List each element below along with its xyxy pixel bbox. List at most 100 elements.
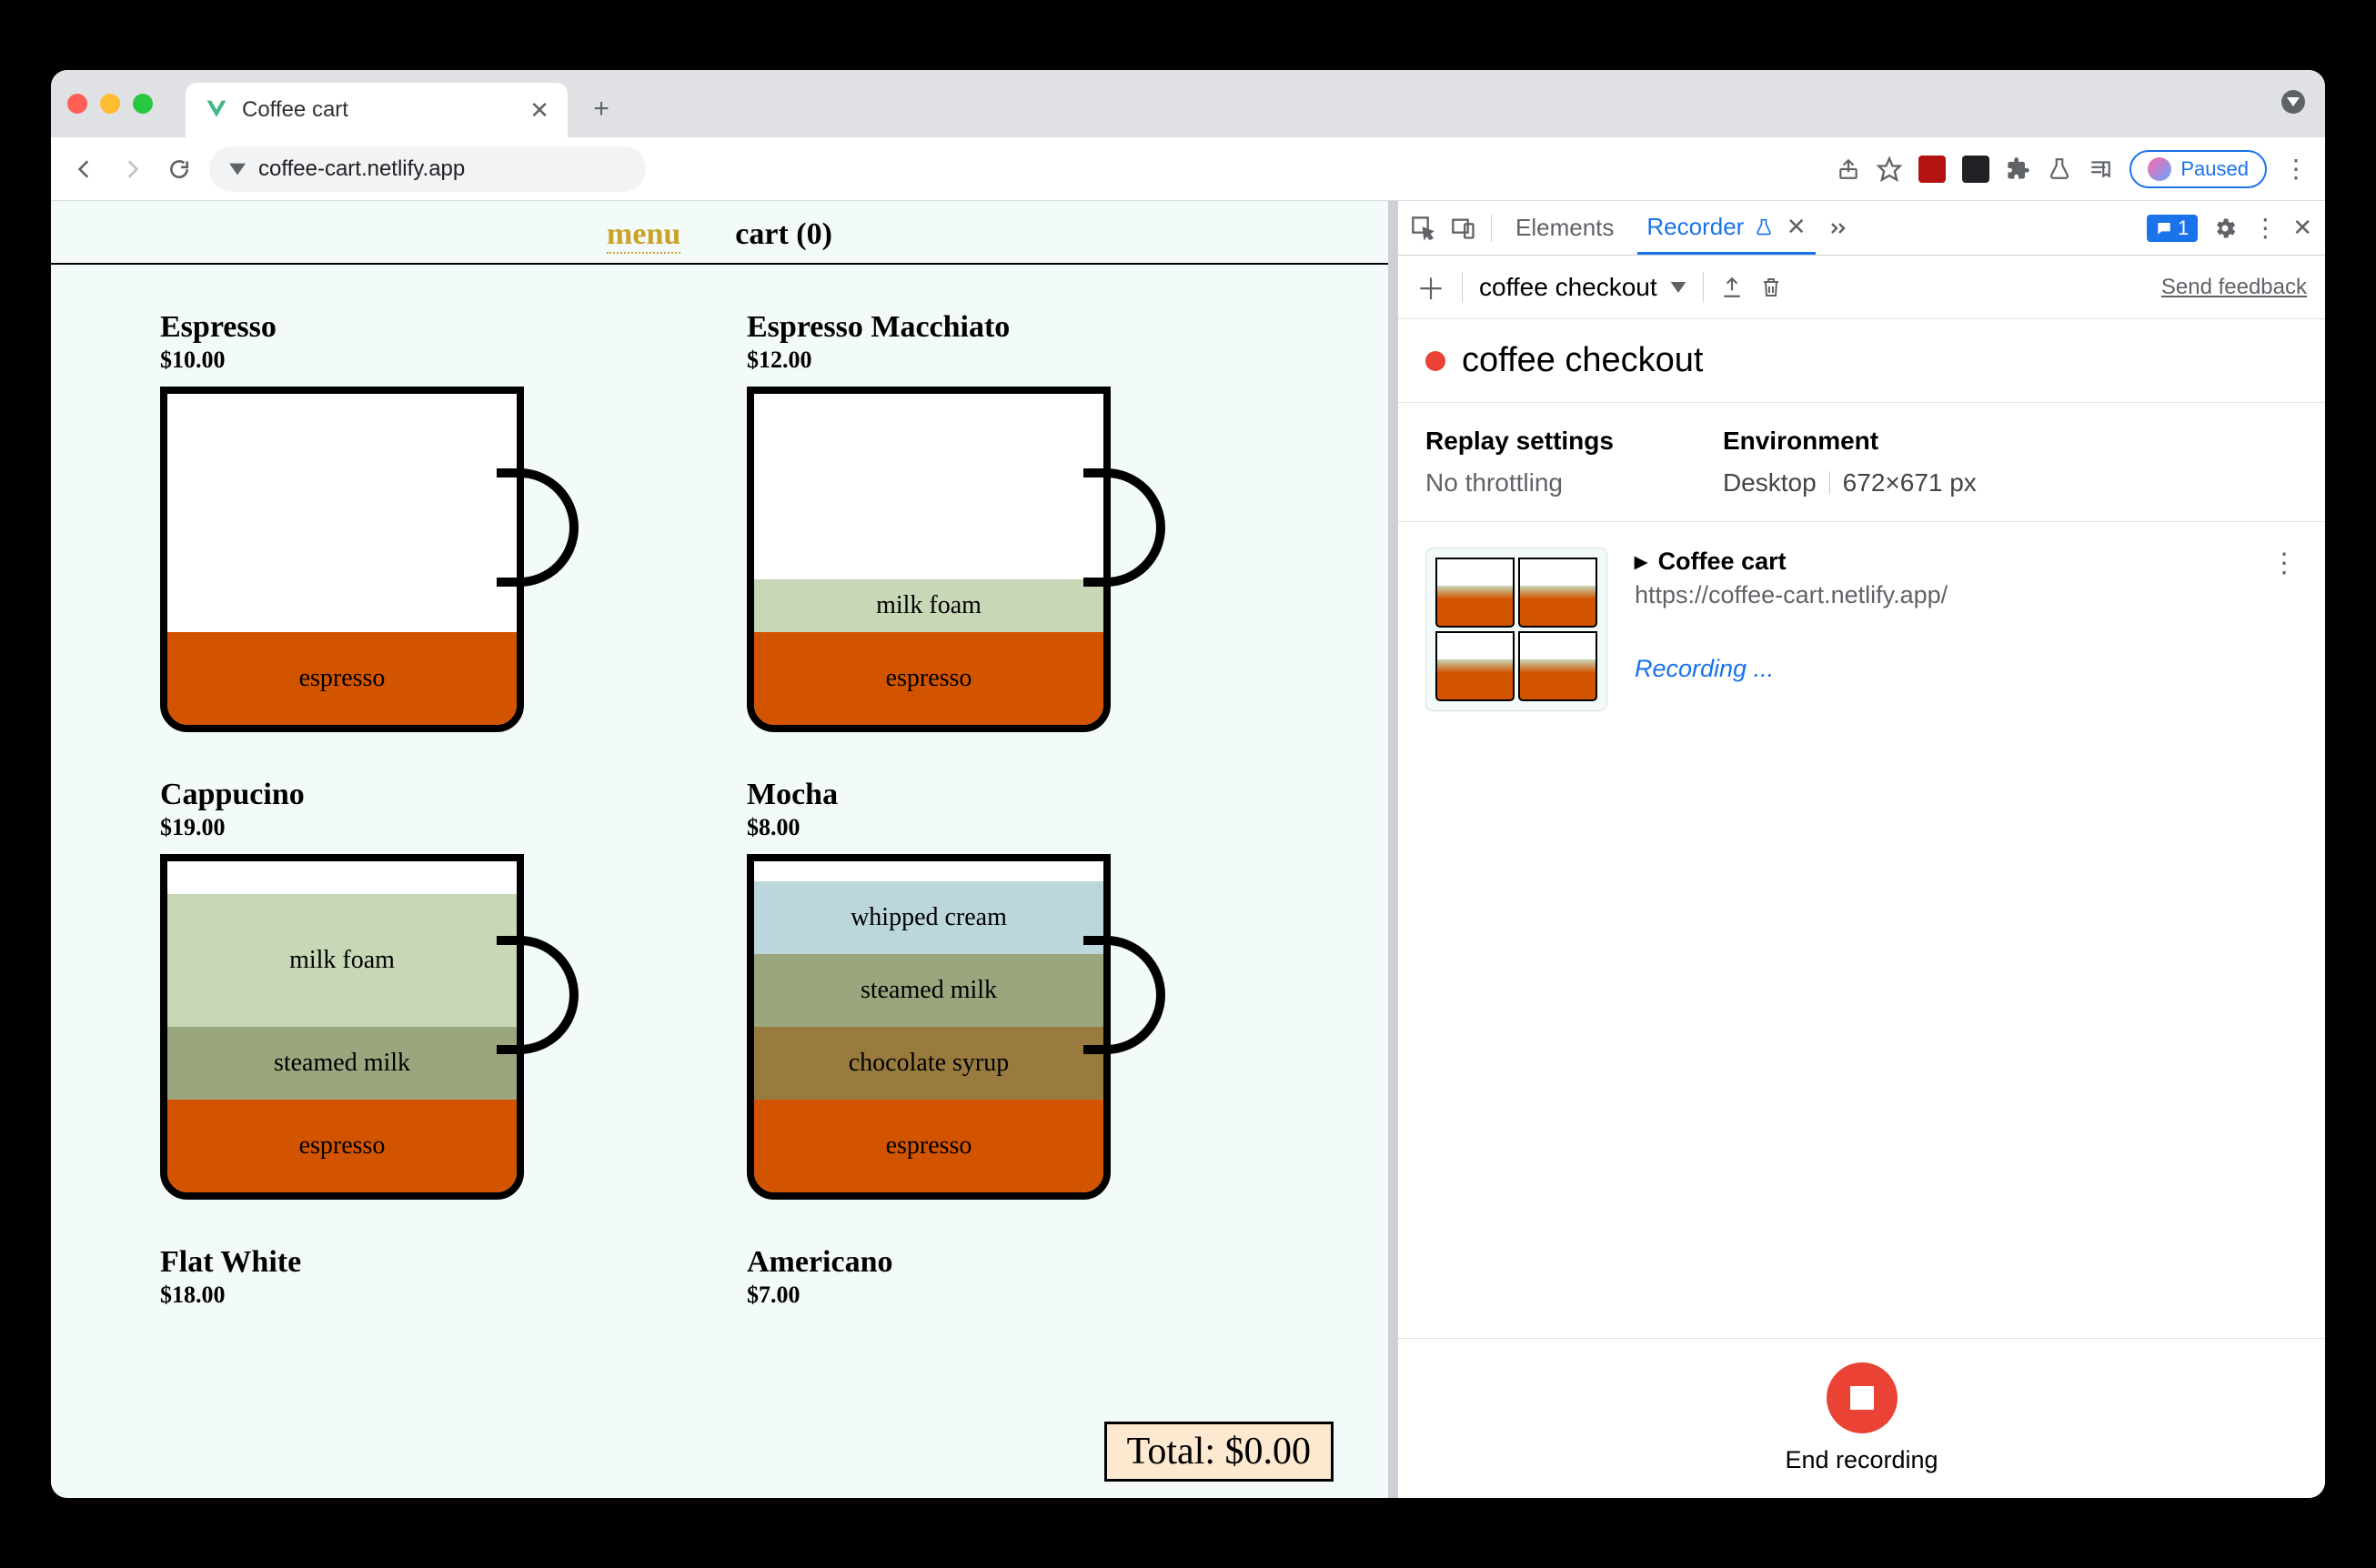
replay-throttling-value[interactable]: No throttling xyxy=(1425,468,1614,498)
cup-handle-icon xyxy=(1083,468,1165,587)
cup-handle-icon xyxy=(1083,936,1165,1054)
recording-dropdown[interactable]: coffee checkout xyxy=(1479,273,1686,302)
layer-milk-foam: milk foam xyxy=(167,894,517,1027)
close-recorder-tab-button[interactable]: ✕ xyxy=(1787,213,1807,240)
more-tabs-button[interactable] xyxy=(1830,220,1852,236)
url-text: coffee-cart.netlify.app xyxy=(258,156,465,182)
coffee-price: $12.00 xyxy=(747,347,1279,374)
coffee-price: $19.00 xyxy=(160,814,692,841)
end-recording-button[interactable] xyxy=(1827,1362,1898,1433)
extension-icon[interactable] xyxy=(1962,156,1989,183)
labs-flask-icon[interactable] xyxy=(2048,156,2071,182)
extensions-puzzle-icon[interactable] xyxy=(2006,156,2031,182)
tab-elements[interactable]: Elements xyxy=(1506,203,1623,253)
coffee-card-americano: Americano $7.00 xyxy=(747,1245,1279,1309)
layer-espresso: espresso xyxy=(167,1100,517,1192)
cup-button[interactable]: espresso xyxy=(160,387,524,732)
search-tabs-button[interactable] xyxy=(2281,90,2305,114)
expand-arrow-icon: ▸ xyxy=(1635,548,1647,576)
coffee-price: $8.00 xyxy=(747,814,1279,841)
coffee-price: $10.00 xyxy=(160,347,692,374)
coffee-card-espresso: Espresso $10.00 espresso xyxy=(160,310,692,741)
window-controls xyxy=(67,70,153,137)
environment-heading: Environment xyxy=(1723,427,1977,456)
back-button[interactable] xyxy=(67,152,102,186)
coffee-card-espresso-macchiato: Espresso Macchiato $12.00 milk foam espr… xyxy=(747,310,1279,741)
window-minimize-button[interactable] xyxy=(100,94,120,114)
devtools-splitter[interactable] xyxy=(1388,201,1397,1498)
recording-settings: Replay settings No throttling Environmen… xyxy=(1398,403,2325,522)
cup-button[interactable]: milk foam steamed milk espresso xyxy=(160,854,524,1200)
cup-button[interactable]: whipped cream steamed milk chocolate syr… xyxy=(747,854,1111,1200)
stop-icon xyxy=(1850,1386,1874,1410)
recording-steps: ▸ Coffee cart https://coffee-cart.netlif… xyxy=(1398,522,2325,1338)
devtools-close-button[interactable]: ✕ xyxy=(2292,214,2312,242)
devtools-panel: Elements Recorder ✕ 1 xyxy=(1397,201,2325,1498)
tab-title: Coffee cart xyxy=(242,97,348,123)
page-viewport: menu cart (0) Espresso $10.00 espresso xyxy=(51,201,1388,1498)
chevron-down-icon xyxy=(1670,282,1686,293)
delete-recording-icon[interactable] xyxy=(1760,275,1782,300)
replay-settings-heading: Replay settings xyxy=(1425,427,1614,456)
browser-tab[interactable]: Coffee cart ✕ xyxy=(186,83,568,137)
layer-espresso: espresso xyxy=(167,632,517,725)
recording-status: Recording ... xyxy=(1635,655,2243,683)
bookmark-star-icon[interactable] xyxy=(1877,156,1902,182)
forward-button[interactable] xyxy=(115,152,149,186)
recorder-toolbar: ＋ coffee checkout Send xyxy=(1398,256,2325,319)
coffee-card-mocha: Mocha $8.00 whipped cream steamed milk c… xyxy=(747,778,1279,1209)
recording-title-row: coffee checkout xyxy=(1398,319,2325,403)
chrome-menu-button[interactable]: ⋮ xyxy=(2283,154,2309,184)
recording-title: coffee checkout xyxy=(1462,341,1703,380)
cup-handle-icon xyxy=(497,936,579,1054)
window-fullscreen-button[interactable] xyxy=(133,94,153,114)
tab-strip: Coffee cart ✕ + xyxy=(51,70,2325,137)
extension-icon[interactable] xyxy=(1918,156,1946,183)
new-tab-button[interactable]: + xyxy=(582,90,620,128)
step-title: Coffee cart xyxy=(1658,548,1787,576)
total-badge[interactable]: Total: $0.00 xyxy=(1104,1422,1334,1482)
layer-steamed-milk: steamed milk xyxy=(754,954,1103,1027)
window-close-button[interactable] xyxy=(67,94,87,114)
nav-cart-link[interactable]: cart (0) xyxy=(735,217,832,254)
layer-espresso: espresso xyxy=(754,632,1103,725)
new-recording-button[interactable]: ＋ xyxy=(1416,266,1445,308)
devtools-settings-icon[interactable] xyxy=(2212,216,2238,241)
coffee-card-cappucino: Cappucino $19.00 milk foam steamed milk … xyxy=(160,778,692,1209)
site-info-button[interactable] xyxy=(229,163,246,176)
coffee-price: $7.00 xyxy=(747,1282,1279,1309)
reload-button[interactable] xyxy=(162,152,196,186)
cup-handle-icon xyxy=(497,468,579,587)
devtools-menu-button[interactable]: ⋮ xyxy=(2252,213,2278,243)
export-recording-icon[interactable] xyxy=(1720,275,1744,300)
layer-steamed-milk: steamed milk xyxy=(167,1027,517,1100)
share-icon[interactable] xyxy=(1837,156,1860,182)
reading-list-icon[interactable] xyxy=(2088,157,2113,181)
step-header[interactable]: ▸ Coffee cart xyxy=(1635,548,2243,576)
device-toolbar-icon[interactable] xyxy=(1451,216,1476,241)
address-bar[interactable]: coffee-cart.netlify.app xyxy=(209,146,646,192)
send-feedback-link[interactable]: Send feedback xyxy=(2161,275,2307,300)
layer-whipped-cream: whipped cream xyxy=(754,881,1103,954)
end-recording-label: End recording xyxy=(1785,1446,1938,1474)
env-device: Desktop xyxy=(1723,468,1817,498)
app-nav: menu cart (0) xyxy=(51,201,1388,265)
coffee-price: $18.00 xyxy=(160,1282,692,1309)
cup-button[interactable]: milk foam espresso xyxy=(747,387,1111,732)
console-messages-badge[interactable]: 1 xyxy=(2147,215,2198,242)
record-dot-icon xyxy=(1425,351,1445,371)
profile-paused-button[interactable]: Paused xyxy=(2129,150,2267,188)
tab-recorder[interactable]: Recorder ✕ xyxy=(1637,202,1815,255)
nav-menu-link[interactable]: menu xyxy=(607,217,680,254)
inspect-element-icon[interactable] xyxy=(1411,216,1436,241)
layer-chocolate-syrup: chocolate syrup xyxy=(754,1027,1103,1100)
profile-state-label: Paused xyxy=(2180,157,2249,181)
profile-avatar-icon xyxy=(2148,157,2171,181)
coffee-name: Cappucino xyxy=(160,778,692,812)
devtools-tab-bar: Elements Recorder ✕ 1 xyxy=(1398,201,2325,256)
layer-espresso: espresso xyxy=(754,1100,1103,1192)
vue-favicon-icon xyxy=(204,97,229,123)
recorder-footer: End recording xyxy=(1398,1338,2325,1498)
tab-close-button[interactable]: ✕ xyxy=(529,96,549,125)
step-menu-button[interactable]: ⋮ xyxy=(2270,548,2298,579)
